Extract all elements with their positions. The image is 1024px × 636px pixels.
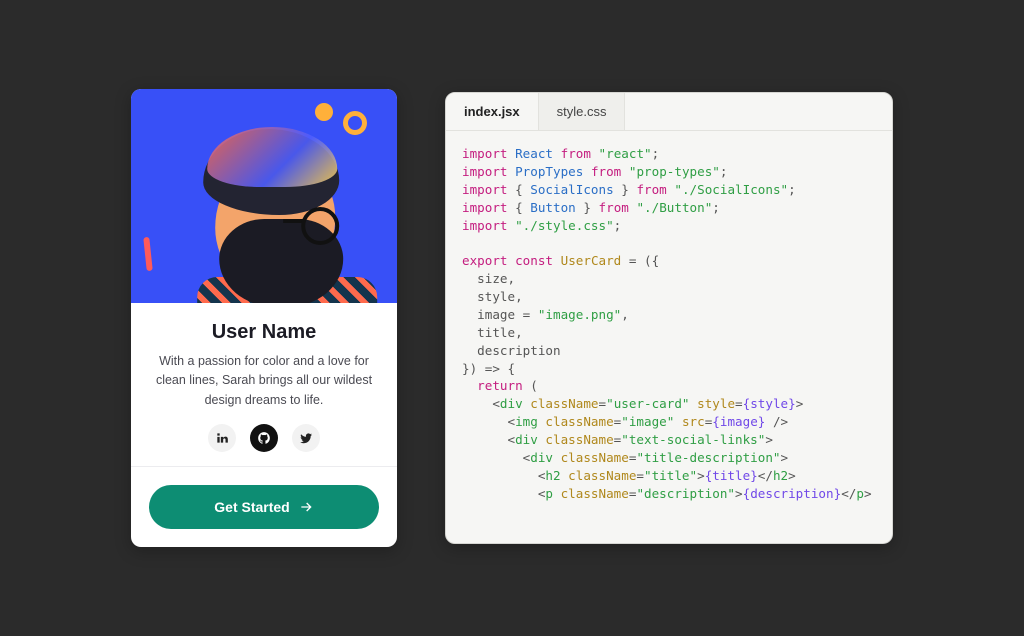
code-editor[interactable]: import React from "react"; import PropTy… bbox=[446, 131, 892, 517]
tab-style-css[interactable]: style.css bbox=[539, 93, 626, 130]
card-body: User Name With a passion for color and a… bbox=[131, 303, 397, 466]
tab-index-jsx[interactable]: index.jsx bbox=[446, 93, 539, 130]
linkedin-icon[interactable] bbox=[208, 424, 236, 452]
code-window: index.jsx style.css import React from "r… bbox=[445, 92, 893, 544]
github-icon[interactable] bbox=[250, 424, 278, 452]
twitter-icon[interactable] bbox=[292, 424, 320, 452]
social-links bbox=[151, 424, 377, 452]
card-title: User Name bbox=[151, 321, 377, 344]
get-started-button[interactable]: Get Started bbox=[149, 485, 379, 529]
card-description: With a passion for color and a love for … bbox=[151, 352, 377, 410]
cta-label: Get Started bbox=[214, 499, 289, 515]
user-card: User Name With a passion for color and a… bbox=[131, 89, 397, 547]
arrow-right-icon bbox=[298, 499, 314, 515]
editor-tabs: index.jsx style.css bbox=[446, 93, 892, 131]
user-avatar-illustration bbox=[131, 89, 397, 303]
